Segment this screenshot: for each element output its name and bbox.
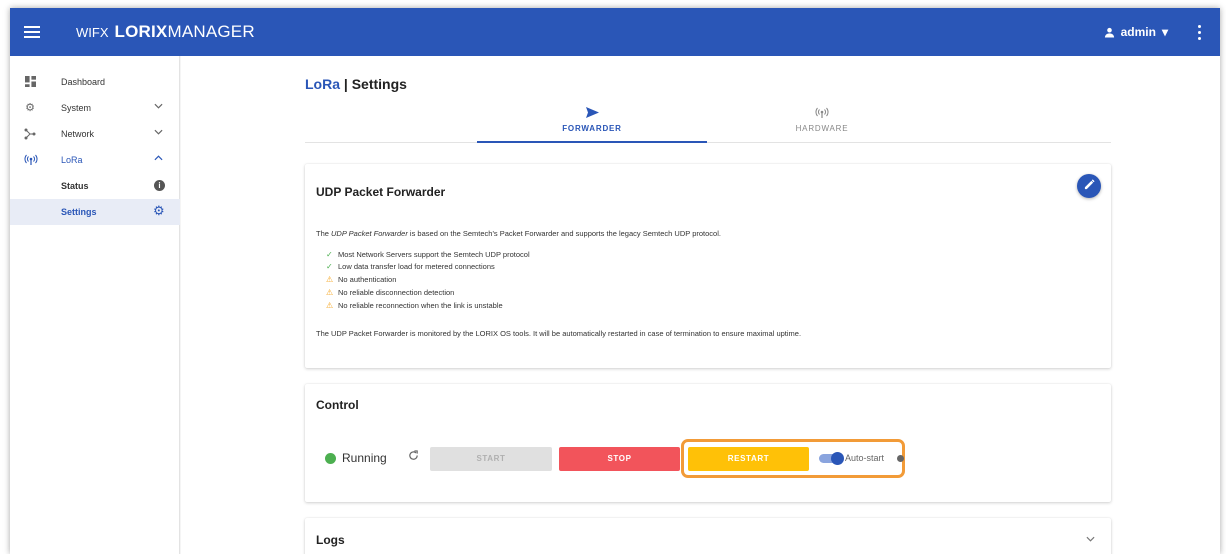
info-icon: i [154,180,165,191]
check-icon: ✓ [326,250,333,259]
feature-item: ✓ Most Network Servers support the Semtec… [326,250,530,259]
antenna-icon [24,154,38,166]
autostart-label: Auto-start [845,453,885,463]
check-icon: ✓ [326,262,333,271]
desc-text: is based on the Semtech's Packet Forward… [407,229,721,238]
refresh-icon[interactable] [408,450,419,464]
dashboard-icon [24,76,36,88]
brand-bold: LORIX [114,22,168,41]
control-card: Control Running START STOP RESTART Auto-… [305,384,1111,502]
warning-icon: ⚠ [326,301,334,310]
page-title-rest: | Settings [340,76,407,92]
brand-logo: WIFX LORIX MANAGER [76,22,255,42]
page-title: LoRa | Settings [305,76,407,92]
sidebar-item-settings[interactable]: Settings ⚙ [10,199,180,225]
chevron-down-icon [154,101,163,112]
edit-button[interactable] [1077,174,1101,198]
card-title: UDP Packet Forwarder [316,185,446,199]
udp-forwarder-card: UDP Packet Forwarder The UDP Packet Forw… [305,164,1111,368]
status-text: Running [342,451,387,465]
network-icon [24,128,36,140]
brand-rest: MANAGER [167,22,255,41]
udp-footer-note: The UDP Packet Forwarder is monitored by… [316,329,802,338]
menu-icon[interactable] [24,23,40,41]
sidebar-item-network[interactable]: Network [10,121,180,147]
user-menu[interactable]: admin ▾ [1104,25,1168,39]
running-status-dot [325,453,336,464]
feature-text: Low data transfer load for metered conne… [338,262,495,271]
feature-text: No reliable reconnection when the link i… [338,301,503,310]
feature-item: ⚠ No reliable disconnection detection [326,288,454,297]
chevron-up-icon [154,153,163,164]
start-button[interactable]: START [430,447,552,471]
brand-prefix: WIFX [76,25,109,40]
toggle-knob [831,452,844,465]
udp-description: The UDP Packet Forwarder is based on the… [316,229,721,238]
tab-forwarder[interactable]: FORWARDER [477,103,707,143]
help-icon[interactable] [897,455,904,462]
feature-text: No authentication [338,275,397,284]
gear-icon: ⚙ [25,102,35,114]
sidebar: Dashboard ⚙ System Network LoRa Status i… [10,56,180,554]
page-title-accent: LoRa [305,76,340,92]
chevron-down-icon[interactable] [1086,534,1095,545]
app-window: WIFX LORIX MANAGER admin ▾ Dashboard ⚙ S… [10,8,1220,554]
antenna-icon [707,107,937,122]
stop-button[interactable]: STOP [559,447,680,471]
feature-text: No reliable disconnection detection [338,288,455,297]
card-title: Control [316,398,359,412]
tab-label: HARDWARE [795,124,849,133]
feature-item: ⚠ No reliable reconnection when the link … [326,301,503,310]
desc-emphasis: UDP Packet Forwarder [331,229,408,238]
warning-icon: ⚠ [326,288,334,297]
more-vert-icon[interactable] [1198,25,1202,43]
tab-label: FORWARDER [562,124,622,133]
pencil-icon [1084,179,1095,190]
desc-text: The [316,229,332,238]
sidebar-item-lora[interactable]: LoRa [10,147,180,173]
chevron-down-icon [154,127,163,138]
tab-hardware[interactable]: HARDWARE [707,103,937,143]
sidebar-item-label: Dashboard [61,77,106,87]
main-content: LoRa | Settings FORWARDER HARDWARE UDP P… [181,56,1220,554]
tab-bar: FORWARDER HARDWARE [305,103,1111,143]
feature-item: ✓ Low data transfer load for metered conn… [326,262,495,271]
sidebar-item-label: System [61,103,92,113]
card-title: Logs [316,533,345,547]
sidebar-item-system[interactable]: ⚙ System [10,95,180,121]
sidebar-item-label: Settings [61,207,97,217]
sidebar-item-label: LoRa [61,155,83,165]
username: admin [1120,25,1156,39]
feature-text: Most Network Servers support the Semtech… [338,250,530,259]
logs-card[interactable]: Logs [305,518,1111,554]
warning-icon: ⚠ [326,275,334,284]
person-icon [1104,27,1114,38]
sidebar-item-label: Status [61,181,89,191]
autostart-toggle[interactable] [819,452,844,465]
gear-icon: ⚙ [153,203,165,218]
send-icon [477,107,707,122]
sidebar-item-status[interactable]: Status i [10,173,180,199]
chevron-down-icon: ▾ [1161,25,1168,39]
sidebar-item-label: Network [61,129,95,139]
sidebar-item-dashboard[interactable]: Dashboard [10,69,180,95]
top-app-bar: WIFX LORIX MANAGER admin ▾ [10,8,1220,56]
feature-item: ⚠ No authentication [326,275,396,284]
